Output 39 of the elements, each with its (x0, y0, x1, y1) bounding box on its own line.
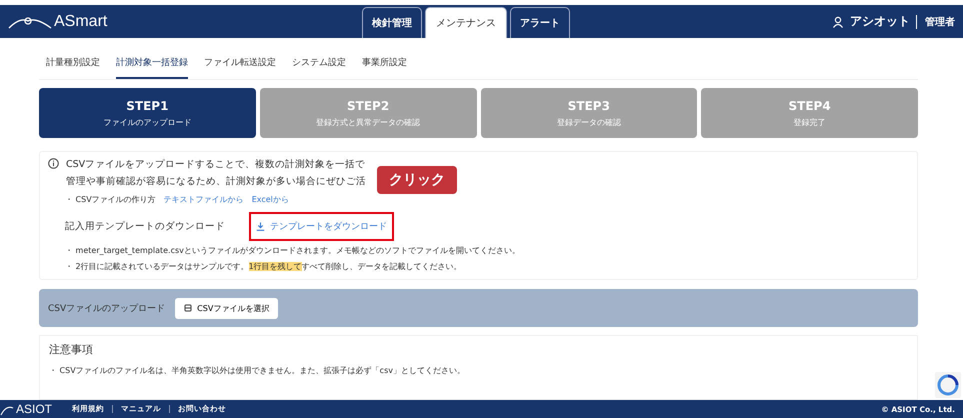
user-icon (832, 16, 844, 28)
user-name[interactable]: アシオット (850, 13, 910, 30)
select-csv-button[interactable]: CSVファイルを選択 (175, 298, 278, 318)
info-icon (48, 158, 59, 169)
howto-link[interactable]: テキストファイルから (164, 194, 244, 205)
sub-tab[interactable]: ファイル転送設定 (204, 52, 276, 79)
footer-logo-icon (0, 404, 14, 416)
upload-label: CSVファイルのアップロード (48, 302, 166, 314)
step-title: STEP4 (788, 98, 831, 112)
step-subtitle: ファイルのアップロード (103, 116, 192, 128)
click-callout: クリック (377, 166, 457, 194)
nav-tab[interactable]: メンテナンス (425, 7, 507, 38)
app-logo: ASmart (54, 12, 108, 30)
howto-link[interactable]: Excelから (252, 194, 289, 205)
step-title: STEP2 (347, 98, 390, 112)
nav-tab[interactable]: 検針管理 (362, 7, 422, 38)
howto-label: ・ CSVファイルの作り方 (65, 194, 156, 205)
info-text: 管理や事前確認が容易になるため、計測対象が多い場合にぜひご活 (66, 175, 366, 188)
step-subtitle: 登録データの確認 (556, 116, 621, 128)
caution-title: 注意事項 (49, 342, 94, 357)
template-label: 記入用テンプレートのダウンロード (65, 220, 225, 233)
download-icon (256, 222, 265, 231)
step-subtitle: 登録完了 (794, 116, 826, 128)
sub-tab[interactable]: 計測対象一括登録 (116, 52, 188, 79)
file-icon (184, 304, 192, 312)
sub-tab[interactable]: 事業所設定 (362, 52, 407, 79)
sub-tab[interactable]: システム設定 (292, 52, 346, 79)
step-title: STEP3 (568, 98, 610, 112)
note-text: ・ meter_target_template.csvというファイルがダウンロードされます。メモ帳などのソフトでファイルを開いてください。 (65, 245, 521, 257)
download-template-button[interactable]: テンプレートをダウンロード (249, 212, 394, 241)
footer-logo: ASIOT (16, 402, 52, 416)
step-title: STEP1 (126, 98, 168, 112)
logo-icon (8, 14, 52, 28)
sub-tab[interactable]: 計量種別設定 (46, 52, 100, 79)
caution-text: ・ CSVファイルのファイル名は、半角英数字以外は使用できません。また、拡張子は必ず「csv」としてください。 (49, 365, 466, 376)
nav-tab[interactable]: アラート (510, 7, 570, 38)
user-role: 管理者 (916, 14, 955, 28)
info-text: CSVファイルをアップロードすることで、複数の計測対象を一括で (66, 158, 366, 171)
step-subtitle: 登録方式と異常データの確認 (316, 116, 420, 128)
